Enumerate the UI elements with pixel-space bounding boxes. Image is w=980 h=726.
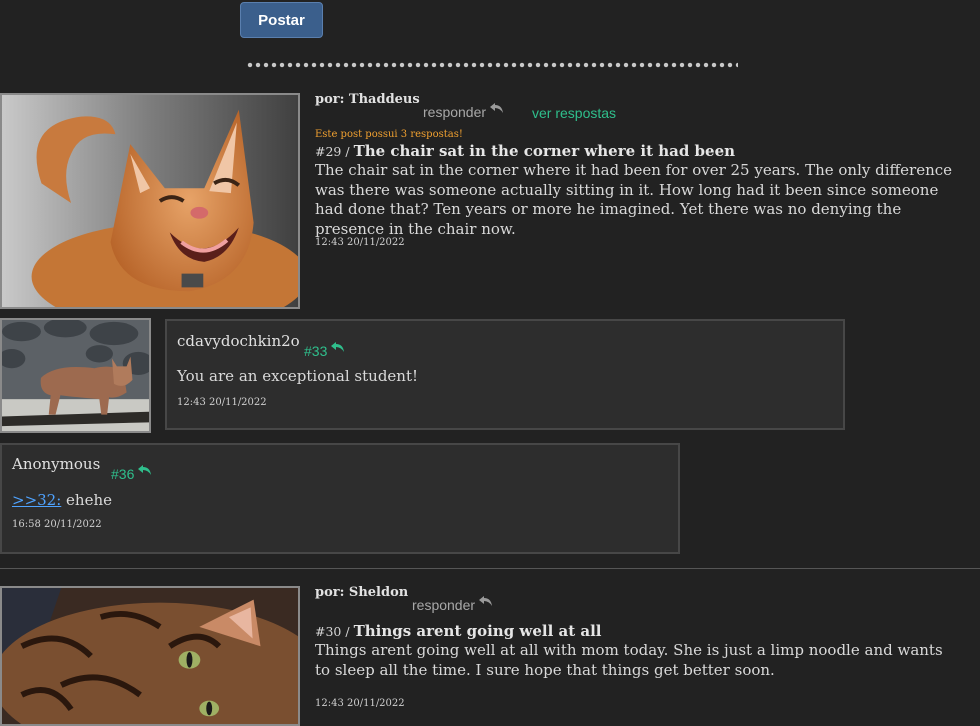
reply-number: #33 <box>304 343 328 359</box>
reply-text: ehehe <box>61 491 113 509</box>
reply-number: #36 <box>111 466 135 482</box>
post-divider <box>0 568 980 569</box>
reply-author: Anonymous <box>12 455 101 473</box>
reply-arrow-icon <box>479 596 493 606</box>
reply-number-link[interactable]: #36 <box>111 465 153 482</box>
reply-link[interactable]: responder <box>423 103 505 120</box>
post-title-line: #30 / Things arent going well at all <box>315 622 601 640</box>
post-author: por: Thaddeus <box>315 92 420 107</box>
reply-link[interactable]: responder <box>412 596 494 613</box>
post-image-tabby-cat[interactable] <box>0 586 300 726</box>
quote-reference-link[interactable]: >>32: <box>12 491 61 509</box>
reply-arrow-icon <box>490 103 504 113</box>
post-timestamp: 12:43 20/11/2022 <box>315 698 405 709</box>
post-body: Things arent going well at all with mom … <box>315 641 943 679</box>
post-title: The chair sat in the corner where it had… <box>353 142 736 160</box>
post-author: por: Sheldon <box>315 585 409 600</box>
reply-timestamp: 16:58 20/11/2022 <box>12 519 102 530</box>
reply-label: responder <box>412 597 476 613</box>
reply-timestamp: 12:43 20/11/2022 <box>177 397 267 408</box>
post-image-winking-cat[interactable] <box>0 93 300 309</box>
postar-button[interactable]: Postar <box>240 2 323 38</box>
view-replies-link[interactable]: ver respostas <box>532 105 616 121</box>
post-number[interactable]: #30 / <box>315 624 350 639</box>
post-title: Things arent going well at all <box>353 622 602 640</box>
reply-label: responder <box>423 104 487 120</box>
post-title-line: #29 / The chair sat in the corner where … <box>315 142 735 160</box>
reply-arrow-icon <box>331 342 345 352</box>
reply-author: cdavydochkin2o <box>177 332 300 350</box>
post-number[interactable]: #29 / <box>315 144 350 159</box>
replies-notice: Este post possui 3 respostas! <box>315 129 463 140</box>
post-timestamp: 12:43 20/11/2022 <box>315 237 405 248</box>
reply-image-lynx[interactable] <box>0 318 151 433</box>
reply-text-line: >>32: ehehe <box>12 491 112 511</box>
post-body: The chair sat in the corner where it had… <box>315 161 953 238</box>
reply-number-link[interactable]: #33 <box>304 342 346 359</box>
reply-arrow-icon <box>138 465 152 475</box>
dotted-separator <box>246 62 738 68</box>
reply-text: You are an exceptional student! <box>177 367 419 385</box>
